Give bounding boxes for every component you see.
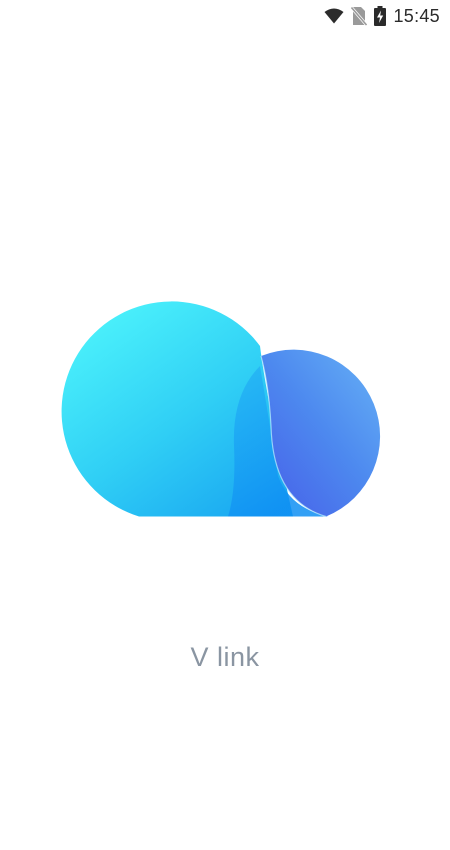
app-name: V link	[190, 642, 260, 672]
no-sim-icon	[351, 6, 368, 26]
battery-charging-icon	[374, 6, 387, 26]
cloud-logo	[61, 301, 381, 518]
status-bar: 15:45	[0, 0, 450, 32]
wifi-icon	[324, 8, 344, 24]
status-icons: 15:45	[324, 5, 440, 27]
status-time: 15:45	[393, 5, 440, 26]
